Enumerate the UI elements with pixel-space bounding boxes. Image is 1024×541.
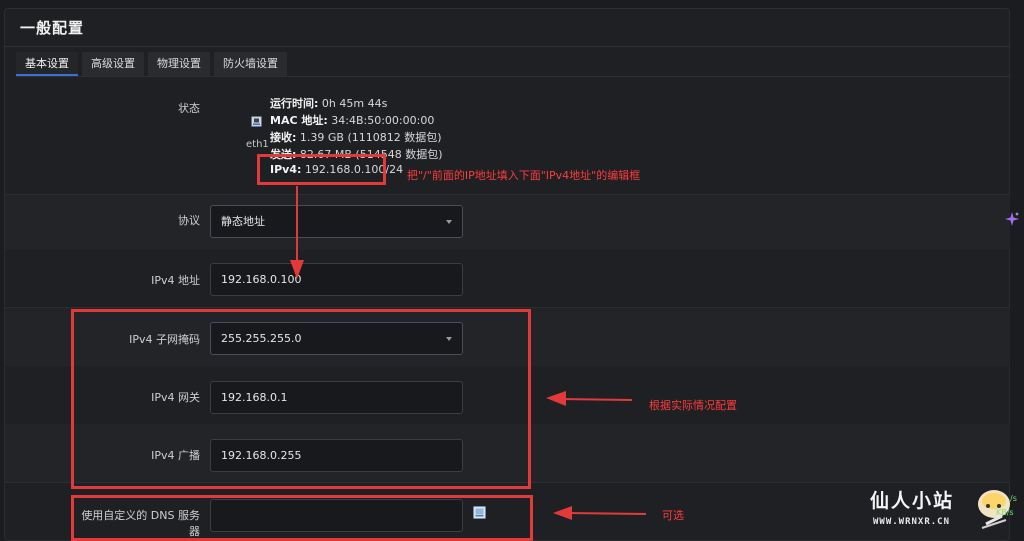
protocol-label: 协议 [178,214,200,227]
tab-bar: 基本设置 高级设置 物理设置 防火墙设置 [16,52,287,76]
tab-firewall-settings[interactable]: 防火墙设置 [214,52,287,76]
config-highlight-box [71,309,531,489]
mac-line: MAC 地址: 34:4B:50:00:00:00 [270,112,434,128]
tab-basic-settings[interactable]: 基本设置 [16,52,78,76]
uptime-value: 0h 45m 44s [318,97,388,110]
protocol-value: 静态地址 [221,215,265,228]
ipv4-annotation: 把"/"前面的IP地址填入下面"IPv4地址"的编辑框 [407,169,641,182]
uptime-key: 运行时间: [270,97,319,110]
dns-highlight-box [71,495,533,541]
chevron-down-icon [446,220,452,224]
title-divider [4,46,1010,47]
interface-name: eth1 [246,139,269,150]
status-label: 状态 [178,102,200,115]
ethernet-port-icon [251,116,262,127]
rx-value: 1.39 GB (1110812 数据包) [296,131,442,144]
protocol-select[interactable]: 静态地址 [210,205,463,238]
mac-key: MAC 地址: [270,114,328,127]
rx-line: 接收: 1.39 GB (1110812 数据包) [270,129,442,145]
panel-title: 一般配置 [20,19,85,37]
watermark-url: WWW.WRNXR.CN [873,517,951,527]
ipv4-address-input[interactable]: 192.168.0.100 [210,263,463,296]
mac-value: 34:4B:50:00:00:00 [327,114,435,127]
uptime-line: 运行时间: 0h 45m 44s [270,95,387,111]
sparkle-icon[interactable] [1004,211,1020,227]
speed-up: /s [1010,494,1017,503]
ipv4-highlight-box [257,154,386,185]
ipv4-address-label: IPv4 地址 [151,274,200,287]
speed-down: KB/s [996,508,1014,517]
tab-physical-settings[interactable]: 物理设置 [148,52,210,76]
site-watermark: 仙人小站 WWW.WRNXR.CN /s KB/s [870,484,1024,541]
config-annotation: 根据实际情况配置 [649,399,737,412]
watermark-title: 仙人小站 [870,490,955,512]
tab-advanced-settings[interactable]: 高级设置 [82,52,144,76]
optional-annotation: 可选 [662,509,684,522]
rx-key: 接收: [270,131,297,144]
